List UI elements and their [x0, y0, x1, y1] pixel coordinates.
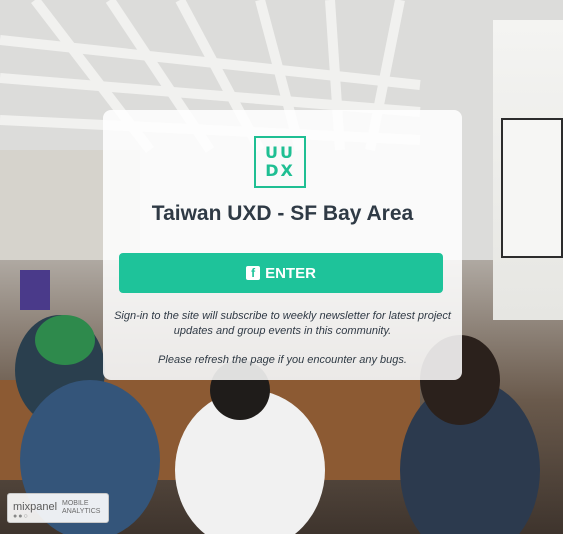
- badge-line2: ANALYTICS: [62, 508, 101, 515]
- logo-bottom: DX: [265, 161, 295, 180]
- mixpanel-logo: mixpanel: [13, 500, 58, 513]
- page-title: Taiwan UXD - SF Bay Area: [151, 202, 414, 225]
- badge-line1: MOBILE: [62, 500, 89, 507]
- logo-top: UU: [265, 143, 295, 162]
- projector-screen: [501, 118, 563, 258]
- enter-label: ENTER: [265, 264, 316, 282]
- signin-note: Sign-in to the site will subscribe to we…: [114, 310, 451, 337]
- mixpanel-dots: ●●○: [13, 512, 29, 520]
- facebook-icon: f: [246, 266, 261, 280]
- mixpanel-badge[interactable]: mixpanel ●●○ MOBILE ANALYTICS: [7, 493, 109, 523]
- uxd-logo: UU DX: [254, 136, 306, 188]
- refresh-note: Please refresh the page if you encounter…: [158, 354, 407, 366]
- enter-button[interactable]: f ENTER: [119, 253, 443, 293]
